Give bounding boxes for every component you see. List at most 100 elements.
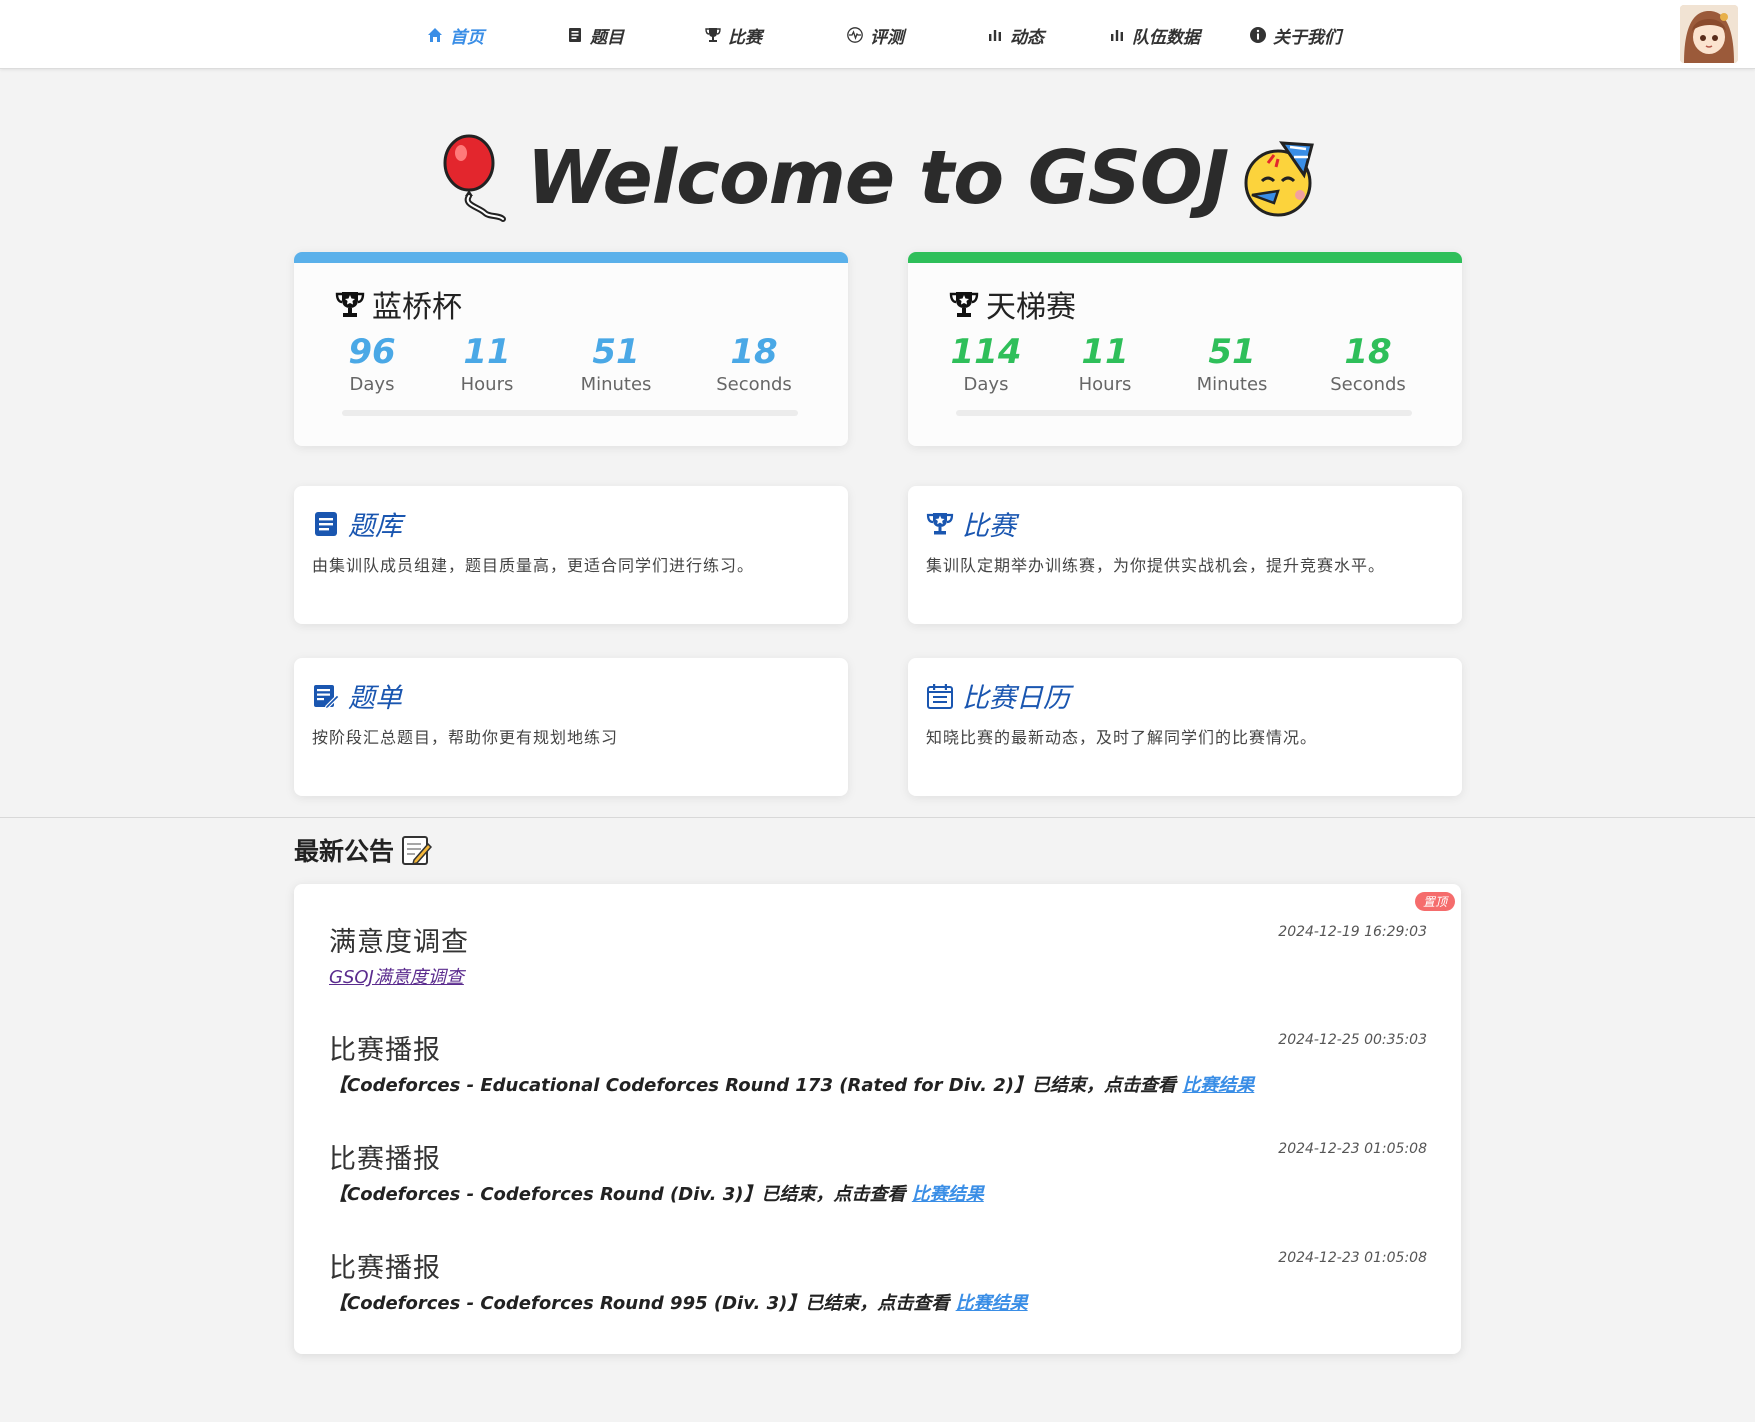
balloon-icon [443, 134, 506, 222]
feature-description: 由集训队成员组建，题目质量高，更适合同学们进行练习。 [312, 556, 755, 575]
countdown-seconds: 18 Seconds [1308, 332, 1428, 395]
countdown-card-lanqiao: 蓝桥杯 96 Days 11 Hours 51 Minutes 18 Secon… [294, 252, 848, 446]
nav-label: 关于我们 [1273, 27, 1341, 48]
countdown-title-text: 天梯赛 [986, 290, 1076, 325]
feature-title: 题单 [312, 676, 402, 715]
announcement-title: 满意度调查 [329, 927, 469, 958]
countdown-value: 114 [950, 332, 1022, 372]
countdown-value: 11 [463, 332, 511, 372]
card-accent-bar [908, 252, 1462, 263]
announcement-title: 比赛播报 [329, 1035, 441, 1066]
announcement-title: 比赛播报 [329, 1253, 441, 1284]
countdown-title: 天梯赛 [948, 282, 1076, 326]
countdown-value: 11 [1081, 332, 1129, 372]
announcements-heading-text: 最新公告 [294, 837, 395, 866]
home-icon [426, 26, 444, 44]
countdown-days: 96 Days [312, 332, 432, 395]
announcement-body: 【Codeforces - Educational Codeforces Rou… [329, 1071, 1427, 1097]
announcement-body: 【Codeforces - Codeforces Round (Div. 3)】… [329, 1180, 1427, 1206]
countdown-value: 51 [592, 332, 640, 372]
nav-item-activity[interactable]: 动态 [986, 22, 1044, 48]
announcement-time: 2024-12-23 01:05:08 [1278, 1250, 1427, 1266]
contest-result-link[interactable]: 比赛结果 [912, 1184, 984, 1205]
calendar-icon [927, 683, 953, 709]
feature-description: 按阶段汇总题目，帮助你更有规划地练习 [312, 728, 619, 747]
survey-link[interactable]: GSOJ满意度调查 [329, 967, 464, 988]
countdown-value: 51 [1208, 332, 1256, 372]
nav-label: 首页 [450, 27, 484, 48]
countdown-label: Hours [1078, 374, 1132, 395]
document-icon [566, 26, 584, 44]
announcement-text: 【Codeforces - Codeforces Round 995 (Div.… [329, 1293, 956, 1314]
feature-title: 比赛 [926, 504, 1016, 543]
feature-description: 知晓比赛的最新动态，及时了解同学们的比赛情况。 [926, 728, 1318, 747]
countdown-progress-track [956, 410, 1412, 416]
feature-card-contests[interactable]: 比赛 集训队定期举办训练赛，为你提供实战机会，提升竞赛水平。 [908, 486, 1462, 624]
countdown-card-tianti: 天梯赛 114 Days 11 Hours 51 Minutes 18 Seco… [908, 252, 1462, 446]
feature-title-text: 题库 [348, 511, 402, 542]
announcement-item: 比赛播报 2024-12-23 01:05:08 【Codeforces - C… [329, 1246, 1427, 1315]
trophy-icon [335, 292, 365, 317]
announcement-title: 比赛播报 [329, 1144, 441, 1175]
announcement-item: 满意度调查 2024-12-19 16:29:03 GSOJ满意度调查 [329, 920, 1427, 989]
nav-item-problems[interactable]: 题目 [566, 22, 624, 48]
announcement-item: 比赛播报 2024-12-25 00:35:03 【Codeforces - E… [329, 1028, 1427, 1097]
nav-label: 题目 [590, 27, 624, 48]
edit-list-icon [314, 684, 340, 710]
nav-item-team-data[interactable]: 队伍数据 [1108, 22, 1200, 48]
feature-card-problem-bank[interactable]: 题库 由集训队成员组建，题目质量高，更适合同学们进行练习。 [294, 486, 848, 624]
nav-label: 评测 [870, 27, 904, 48]
info-icon [1249, 26, 1267, 44]
nav-label: 比赛 [728, 27, 762, 48]
countdown-progress-track [342, 410, 798, 416]
section-divider [0, 817, 1755, 818]
feature-description: 集训队定期举办训练赛，为你提供实战机会，提升竞赛水平。 [926, 556, 1386, 575]
bar-chart-icon [986, 26, 1004, 44]
countdown-label: Days [963, 374, 1009, 395]
top-navbar: 首页 题目 比赛 评测 动态 队伍数据 关于我们 [0, 0, 1755, 69]
countdown-value: 18 [730, 332, 778, 372]
countdown-label: Seconds [1330, 374, 1406, 395]
announcement-body: 【Codeforces - Codeforces Round 995 (Div.… [329, 1289, 1427, 1315]
announcements-card: 置顶 满意度调查 2024-12-19 16:29:03 GSOJ满意度调查 比… [294, 884, 1461, 1354]
announcement-body: GSOJ满意度调查 [329, 963, 1427, 989]
countdown-label: Minutes [1196, 374, 1268, 395]
announcement-time: 2024-12-25 00:35:03 [1278, 1032, 1427, 1048]
countdown-minutes: 51 Minutes [556, 332, 676, 395]
countdown-label: Hours [460, 374, 514, 395]
nav-item-home[interactable]: 首页 [426, 22, 484, 48]
countdown-days: 114 Days [926, 332, 1046, 395]
announcement-time: 2024-12-19 16:29:03 [1278, 924, 1427, 940]
feature-card-contest-calendar[interactable]: 比赛日历 知晓比赛的最新动态，及时了解同学们的比赛情况。 [908, 658, 1462, 796]
announcement-time: 2024-12-23 01:05:08 [1278, 1141, 1427, 1157]
nav-item-judge[interactable]: 评测 [846, 22, 904, 48]
feature-card-problem-lists[interactable]: 题单 按阶段汇总题目，帮助你更有规划地练习 [294, 658, 848, 796]
pinned-badge: 置顶 [1414, 892, 1455, 911]
nav-item-contests[interactable]: 比赛 [704, 22, 762, 48]
countdown-minutes: 51 Minutes [1172, 332, 1292, 395]
feature-title-text: 题单 [348, 683, 402, 714]
pulse-icon [846, 26, 864, 44]
memo-icon [402, 836, 433, 866]
card-accent-bar [294, 252, 848, 263]
user-avatar[interactable] [1680, 5, 1738, 63]
countdown-label: Minutes [580, 374, 652, 395]
announcements-heading: 最新公告 [294, 832, 433, 868]
contest-result-link[interactable]: 比赛结果 [1182, 1075, 1254, 1096]
welcome-banner: Welcome to GSOJ [0, 128, 1755, 228]
contest-result-link[interactable]: 比赛结果 [956, 1293, 1028, 1314]
trophy-icon [949, 292, 979, 317]
countdown-hours: 11 Hours [427, 332, 547, 395]
trophy-icon [704, 26, 722, 44]
announcement-item: 比赛播报 2024-12-23 01:05:08 【Codeforces - C… [329, 1137, 1427, 1206]
trophy-star-icon [926, 512, 954, 534]
nav-label: 动态 [1010, 27, 1044, 48]
nav-item-about[interactable]: 关于我们 [1249, 22, 1341, 48]
nav-label: 队伍数据 [1132, 27, 1200, 48]
countdown-value: 96 [348, 332, 396, 372]
bar-chart-icon [1108, 26, 1126, 44]
party-face-icon [1244, 141, 1315, 217]
document-icon [315, 511, 337, 536]
countdown-value: 18 [1344, 332, 1392, 372]
announcement-text: 【Codeforces - Educational Codeforces Rou… [329, 1075, 1183, 1096]
